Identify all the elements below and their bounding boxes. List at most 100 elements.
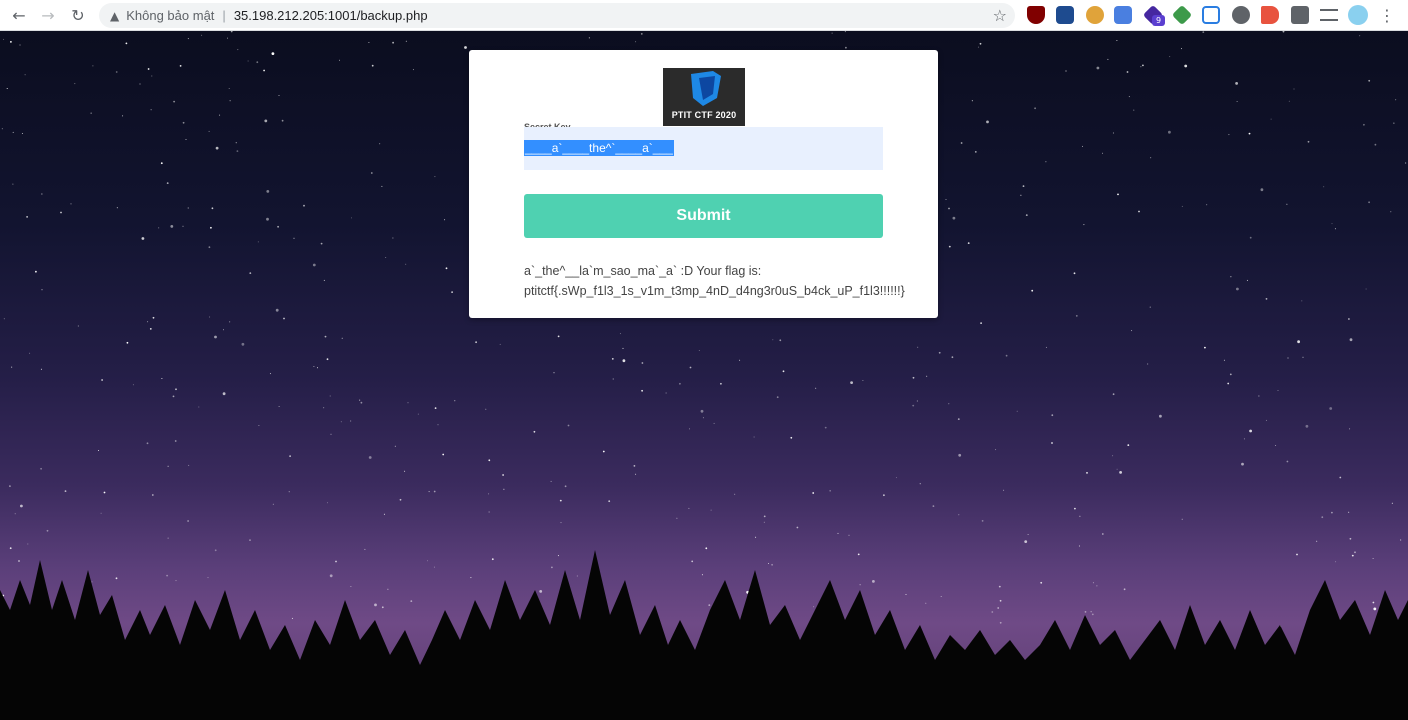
star [926,375,928,377]
url-text[interactable]: 35.198.212.205:1001/backup.php [234,8,428,23]
star [1249,236,1252,239]
star [688,507,690,509]
star [1265,419,1267,421]
secret-key-input[interactable]: ____a`____the^`____a`___ [524,127,883,170]
star [986,120,989,124]
star [862,380,864,381]
star [705,547,708,550]
cookie-icon[interactable] [1086,6,1104,24]
star [559,499,562,502]
star [392,41,394,44]
ublock-icon[interactable] [1027,6,1045,24]
star [763,515,766,518]
star [201,34,203,36]
star [277,225,279,228]
star [499,343,501,345]
star [1223,359,1225,361]
star [782,370,785,373]
star [960,142,963,144]
star [713,422,715,424]
star [1391,502,1393,504]
star [350,420,352,422]
star [351,217,352,219]
translate-icon[interactable] [1114,6,1132,24]
gear-icon[interactable] [1232,6,1250,24]
reload-icon[interactable]: ↻ [66,4,90,26]
star [845,46,847,49]
star [679,382,681,385]
secret-key-value[interactable]: ____a`____the^`____a`___ [524,140,674,156]
star [1112,393,1115,396]
star [710,509,712,511]
star [313,366,315,367]
bookmark-star-icon[interactable]: ☆ [993,6,1007,25]
star [404,470,406,472]
star [1133,109,1135,111]
star [533,430,536,433]
star [6,88,8,89]
green-cube-icon[interactable] [1171,4,1193,26]
star [1301,300,1303,302]
star [92,65,94,67]
star [379,143,381,145]
flag-text: ptitctf{.sWp_f1l3_1s_v1m_t3mp_4nD_d4ng3r… [524,284,905,298]
forward-icon[interactable]: → [36,4,60,26]
star [269,373,271,375]
star [185,139,187,140]
star [229,100,231,102]
star [1228,134,1230,136]
star [977,46,979,48]
star [210,226,212,229]
warning-icon[interactable]: ▲ [110,9,119,23]
star [1131,330,1133,332]
star [428,491,430,493]
star [74,83,76,85]
star [1248,132,1251,135]
star [208,130,210,132]
star [41,193,43,195]
star [10,41,12,43]
back-icon[interactable]: ← [7,4,31,26]
result-message: a`_the^__la`m_sao_ma`_a` :D Your flag is… [524,261,924,301]
star [151,494,154,496]
star [488,493,490,495]
star [405,263,407,265]
blue-window-icon[interactable] [1202,6,1220,24]
star [12,131,14,133]
star [1349,338,1353,342]
star [187,38,189,40]
star [790,436,793,439]
star [442,453,445,456]
star [1,128,3,130]
star [182,225,184,227]
menu-icon[interactable]: ⋮ [1379,4,1395,26]
star [249,539,251,541]
star [1227,382,1230,385]
star [320,242,323,245]
star [208,246,211,249]
star [550,480,552,482]
address-bar[interactable]: ▲ Không bảo mật | 35.198.212.205:1001/ba… [99,3,1015,28]
star [1140,66,1142,68]
star [371,64,374,67]
star [611,358,614,360]
star [1282,31,1285,33]
submit-button[interactable]: Submit [524,194,883,238]
star [1258,395,1260,397]
star [223,329,224,331]
star [919,483,921,485]
playlist-icon[interactable] [1320,9,1338,21]
star [158,227,160,229]
star [125,42,128,45]
star [812,492,815,494]
star [553,372,555,374]
blue-j-icon[interactable] [1056,6,1074,24]
flag-icon[interactable] [1261,6,1279,24]
logo-text: PTIT CTF 2020 [671,110,737,120]
star [1348,318,1350,320]
profile-avatar[interactable] [1348,5,1368,25]
security-status[interactable]: Không bảo mật [126,8,214,23]
forest-silhouette [0,550,1408,720]
puzzle-icon[interactable] [1291,6,1309,24]
star [763,521,765,523]
